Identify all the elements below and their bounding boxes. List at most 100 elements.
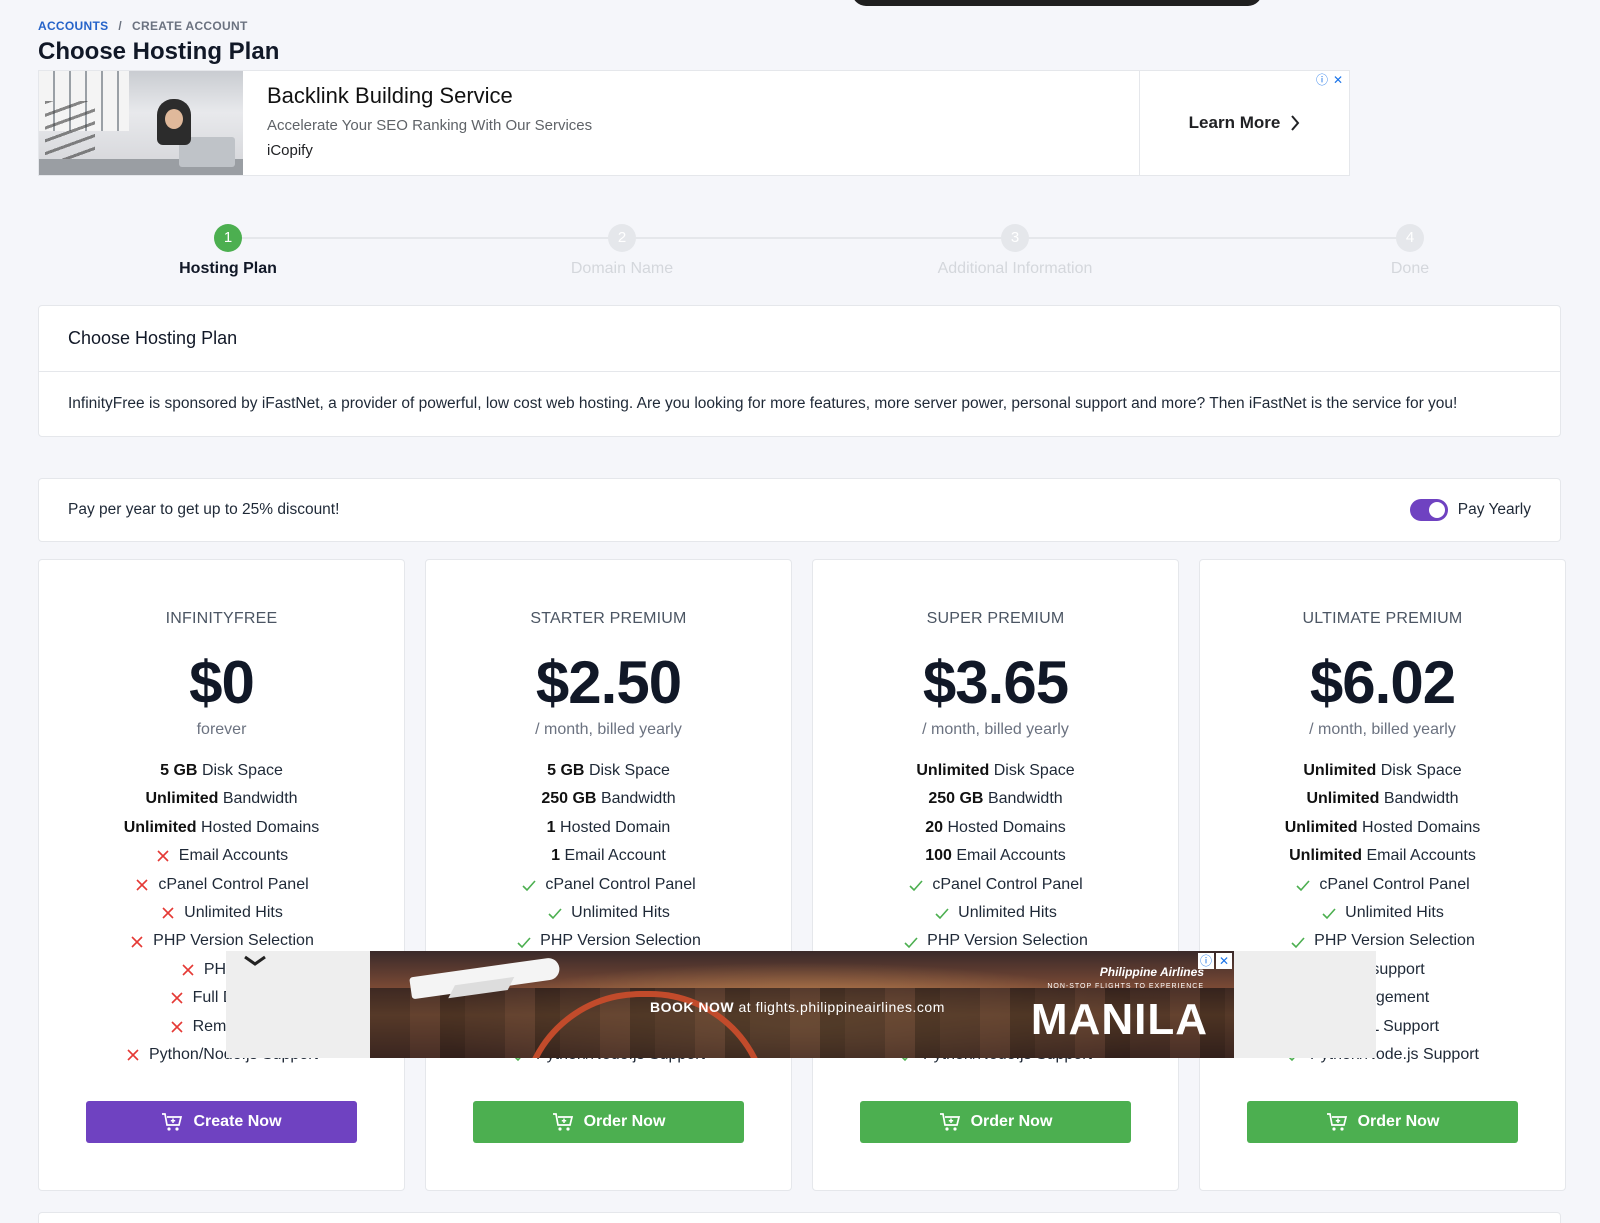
plan-feature: Unlimited Hosted Domains	[39, 814, 404, 842]
plan-feature-text: Unlimited Disk Space	[916, 757, 1074, 785]
breadcrumb-separator: /	[118, 19, 123, 33]
plan-feature-text: Unlimited Hits	[571, 899, 670, 927]
plan-feature: 5 GB Disk Space	[426, 757, 791, 785]
next-card	[38, 1212, 1561, 1223]
plan-price: $2.50	[535, 649, 682, 716]
breadcrumb-accounts-link[interactable]: ACCOUNTS	[38, 19, 108, 33]
plan-feature: Unlimited Hits	[813, 899, 1178, 927]
ad-banner-text[interactable]: Backlink Building Service Accelerate You…	[243, 71, 1139, 175]
overlay-ad-image[interactable]: BOOK NOW at flights.philippineairlines.c…	[370, 951, 1234, 1058]
step-label: Done	[1390, 260, 1430, 277]
x-icon	[157, 850, 169, 862]
step-number: 1	[214, 224, 242, 252]
chevron-down-icon[interactable]	[242, 953, 268, 969]
overlay-ad-close-icon[interactable]: ✕	[1216, 953, 1232, 969]
plan-feature-value: Unlimited	[1303, 762, 1377, 779]
step-domain-name: 2 Domain Name	[522, 222, 722, 278]
plan-period: / month, billed yearly	[1309, 721, 1456, 738]
plan-feature: 1 Email Account	[426, 842, 791, 870]
plan-feature: Unlimited Hosted Domains	[1200, 814, 1565, 842]
check-icon	[517, 936, 531, 948]
step-done: 4 Done	[1310, 222, 1510, 278]
check-icon	[522, 880, 536, 891]
plan-feature: cPanel Control Panel	[813, 871, 1178, 899]
plan-feature-label: Bandwidth	[600, 790, 676, 808]
plan-feature: 100 Email Accounts	[813, 842, 1178, 870]
plan-feature-label: cPanel Control Panel	[1319, 875, 1470, 893]
plan-feature: Unlimited Disk Space	[1200, 757, 1565, 785]
plan-feature-text: 20 Hosted Domains	[925, 814, 1066, 842]
plan-feature-label: cPanel Control Panel	[158, 875, 309, 893]
intro-card: Choose Hosting Plan InfinityFree is spon…	[38, 305, 1561, 437]
cart-plus-icon	[162, 1113, 183, 1131]
plan-button-label: Order Now	[583, 1113, 666, 1130]
plan-feature-label: Bandwidth	[1383, 790, 1459, 808]
check-icon	[904, 936, 918, 948]
plan-feature: cPanel Control Panel	[39, 871, 404, 899]
overlay-ad-info-icon[interactable]: ⓘ	[1198, 953, 1214, 969]
plan-feature-text: cPanel Control Panel	[158, 871, 308, 899]
ad-banner-image[interactable]	[39, 71, 243, 175]
step-additional-information: 3 Additional Information	[915, 222, 1115, 278]
cart-plus-icon	[552, 1113, 573, 1131]
check-icon	[1296, 880, 1310, 891]
plan-button-label: Create Now	[193, 1113, 282, 1130]
cart-plus-icon	[1326, 1113, 1347, 1131]
plan-feature-label: Email Accounts	[956, 847, 1066, 865]
ad-corner-controls: ⓘ ✕	[1315, 73, 1345, 87]
plan-feature-label: Disk Space	[993, 762, 1075, 779]
plan-feature-value: Unlimited	[145, 790, 219, 808]
pay-yearly-toggle[interactable]	[1409, 499, 1448, 521]
page-title: Choose Hosting Plan	[38, 38, 280, 65]
plan-feature-text: 5 GB Disk Space	[160, 757, 283, 785]
plan-feature-value: Unlimited	[1306, 790, 1380, 808]
plan-feature-label: Email Accounts	[1366, 847, 1476, 865]
plan-feature-text: Email Accounts	[179, 842, 288, 870]
bottom-overlay-ad[interactable]: BOOK NOW at flights.philippineairlines.c…	[226, 951, 1376, 1058]
step-label: Additional Information	[937, 260, 1093, 277]
plan-feature-label: PHP Version Selection	[927, 932, 1088, 950]
plan-feature-text: Unlimited Hits	[1345, 899, 1444, 927]
plan-feature-label: Hosted Domain	[560, 818, 671, 836]
plan-price: $6.02	[1309, 649, 1456, 716]
order-now-button[interactable]: Order Now	[1247, 1101, 1518, 1143]
step-label: Hosting Plan	[179, 260, 277, 277]
plan-feature-text: 1 Hosted Domain	[547, 814, 671, 842]
plan-feature: 20 Hosted Domains	[813, 814, 1178, 842]
plan-feature-label: Unlimited Hits	[1345, 903, 1444, 921]
step-label: Domain Name	[570, 260, 674, 277]
plan-feature-value: 1	[551, 847, 561, 865]
ad-title[interactable]: Backlink Building Service	[267, 83, 1115, 109]
check-icon	[1322, 908, 1336, 920]
plan-price: $0	[189, 649, 255, 716]
pay-yearly-toggle-wrap[interactable]: Pay Yearly	[1409, 499, 1531, 521]
overlay-ad-book-now[interactable]: BOOK NOW at flights.philippineairlines.c…	[650, 999, 945, 1015]
x-icon	[136, 879, 148, 891]
ad-info-icon[interactable]: ⓘ	[1315, 73, 1329, 87]
plan-feature: cPanel Control Panel	[426, 871, 791, 899]
plan-card: ULTIMATE PREMIUM $6.02 / month, billed yea…	[1199, 559, 1566, 1191]
breadcrumb-current: CREATE ACCOUNT	[132, 19, 248, 33]
x-icon	[171, 992, 183, 1004]
plan-feature-label: PHP Version Selection	[1314, 932, 1475, 950]
plan-feature-label: PHP Version Selection	[153, 932, 314, 950]
plan-feature: Email Accounts	[39, 842, 404, 870]
create-now-button[interactable]: Create Now	[86, 1101, 357, 1143]
plan-button-label: Order Now	[1357, 1113, 1440, 1130]
plan-feature-text: Unlimited Hits	[184, 899, 283, 927]
plan-feature-text: cPanel Control Panel	[932, 871, 1082, 899]
plan-feature-text: 1 Email Account	[551, 842, 666, 870]
pay-yearly-label[interactable]: Pay Yearly	[1458, 501, 1531, 519]
x-icon	[182, 964, 194, 976]
plan-feature-text: Unlimited Hosted Domains	[1285, 814, 1481, 842]
order-now-button[interactable]: Order Now	[473, 1101, 744, 1143]
ad-banner[interactable]: Backlink Building Service Accelerate You…	[38, 70, 1350, 176]
plan-card: INFINITYFREE $0 forever 5 GB Disk Space Unli…	[38, 559, 405, 1191]
discount-card: Pay per year to get up to 25% discount! …	[38, 478, 1561, 542]
ad-close-icon[interactable]: ✕	[1331, 73, 1345, 87]
plan-feature-text: Unlimited Bandwidth	[1306, 785, 1458, 813]
overlay-ad-url: at flights.philippineairlines.com	[738, 999, 945, 1015]
plan-feature-label: Disk Space	[588, 762, 670, 779]
order-now-button[interactable]: Order Now	[860, 1101, 1131, 1143]
intro-card-body: InfinityFree is sponsored by iFastNet, a…	[68, 395, 1458, 412]
